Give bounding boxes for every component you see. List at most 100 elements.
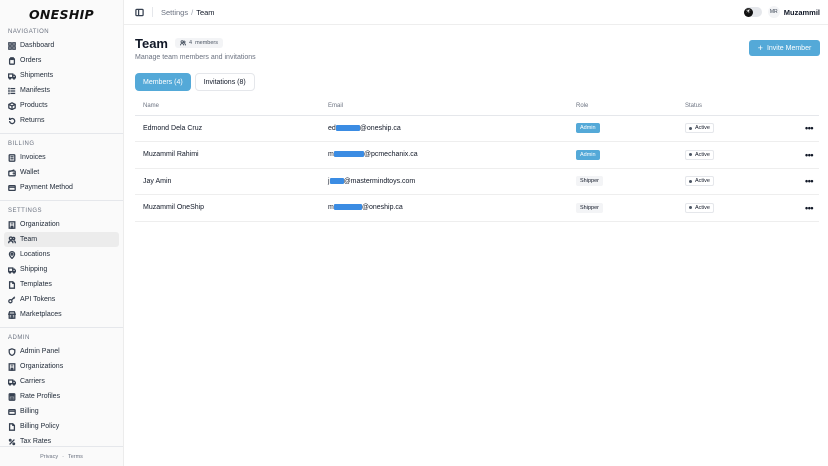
status-text: Active <box>695 204 710 211</box>
invite-member-button[interactable]: + Invite Member <box>749 40 820 56</box>
sidebar-item-label: Manifests <box>20 87 50 94</box>
email-prefix: m <box>328 204 334 212</box>
sidebar-item-settings-organization[interactable]: Organization <box>0 217 119 232</box>
breadcrumb-separator: / <box>191 7 194 17</box>
sidebar-item-admin-billing[interactable]: Billing <box>0 404 119 419</box>
privacy-link[interactable]: Privacy <box>40 454 58 460</box>
sidebar-divider <box>0 200 123 201</box>
sidebar-item-admin-admin-panel[interactable]: Admin Panel <box>0 344 119 359</box>
member-count-label: members <box>195 40 218 46</box>
sidebar-item-billing-invoices[interactable]: Invoices <box>0 150 119 165</box>
return-icon <box>8 117 16 125</box>
invite-member-label: Invite Member <box>766 44 812 52</box>
column-header-actions <box>784 97 819 116</box>
sidebar-item-label: Payment Method <box>20 184 73 191</box>
pin-icon <box>8 250 16 259</box>
sidebar-item-settings-locations[interactable]: Locations <box>0 247 119 262</box>
member-role-cell: Shipper <box>568 168 677 195</box>
percent-icon <box>8 438 16 446</box>
sidebar-item-navigation-returns[interactable]: Returns <box>0 113 119 128</box>
column-header-email: Email <box>320 97 568 116</box>
breadcrumb-settings[interactable]: Settings <box>161 8 188 17</box>
truck-icon <box>8 266 16 274</box>
sidebar-item-navigation-shipments[interactable]: Shipments <box>0 68 119 83</box>
tab-invitations[interactable]: Invitations (8) <box>194 73 255 91</box>
email-redaction <box>333 151 364 158</box>
member-role-cell: Shipper <box>568 194 677 222</box>
email-prefix: ed <box>328 124 336 132</box>
member-count: 4 <box>189 40 193 46</box>
column-header-status: Status <box>677 97 784 116</box>
tab-members[interactable]: Members (4) <box>135 73 191 91</box>
sidebar-item-label: Orders <box>20 57 42 64</box>
row-actions-cell: ••• <box>784 168 819 195</box>
table-header-row: Name Email Role Status <box>135 97 819 116</box>
table-row[interactable]: Muzammil OneShip m @oneship.ca Shipper Activ… <box>135 194 819 222</box>
email-suffix: @pcmechanix.ca <box>363 151 418 159</box>
topbar: Settings / Team ☀ MR Muzammil <box>124 0 828 25</box>
sidebar-item-label: Products <box>20 102 48 109</box>
clipboard-icon <box>8 56 16 65</box>
sidebar-item-billing-wallet[interactable]: Wallet <box>0 165 119 180</box>
role-badge: Shipper <box>576 202 603 213</box>
sidebar-item-label: Organizations <box>20 363 64 370</box>
more-options-icon[interactable]: ••• <box>805 176 813 186</box>
members-table: Name Email Role Status Edmond Dela Cruz e… <box>135 97 819 222</box>
sidebar-item-label: Admin Panel <box>20 348 60 355</box>
table-row[interactable]: Jay Amin j @mastermindtoys.com Shipper Activ… <box>135 168 819 195</box>
list-icon <box>8 87 16 95</box>
sidebar-item-navigation-manifests[interactable]: Manifests <box>0 83 119 98</box>
sidebar-divider <box>0 133 123 134</box>
sidebar-item-admin-organizations[interactable]: Organizations <box>0 359 119 374</box>
sidebar-item-billing-payment-method[interactable]: Payment Method <box>0 180 119 195</box>
sidebar-item-navigation-products[interactable]: Products <box>0 98 119 113</box>
sidebar-item-label: API Tokens <box>20 296 56 303</box>
username[interactable]: Muzammil <box>784 8 820 17</box>
users-icon <box>8 235 16 244</box>
theme-toggle[interactable]: ☀ <box>743 7 762 17</box>
page-subtitle: Manage team members and invitations <box>135 54 256 61</box>
truck-icon <box>8 72 16 80</box>
sidebar-item-admin-rate-profiles[interactable]: Rate Profiles <box>0 389 119 404</box>
more-options-icon[interactable]: ••• <box>805 150 813 160</box>
more-options-icon[interactable]: ••• <box>805 203 813 213</box>
sidebar-item-settings-api-tokens[interactable]: API Tokens <box>0 292 119 307</box>
sidebar-item-admin-carriers[interactable]: Carriers <box>0 374 119 389</box>
page-content: Team 4 members Manage team members and i… <box>124 25 828 222</box>
more-options-icon[interactable]: ••• <box>805 123 813 133</box>
column-header-role: Role <box>568 97 677 116</box>
sidebar-item-label: Billing Policy <box>20 423 60 430</box>
email-prefix: m <box>328 151 334 159</box>
table-row[interactable]: Edmond Dela Cruz ed @oneship.ca Admin Active… <box>135 115 819 142</box>
member-email: m @oneship.ca <box>320 194 568 222</box>
sidebar-item-settings-marketplaces[interactable]: Marketplaces <box>0 307 119 322</box>
sidebar-item-label: Wallet <box>20 169 40 176</box>
sidebar-item-settings-templates[interactable]: Templates <box>0 277 119 292</box>
sidebar-item-navigation-dashboard[interactable]: Dashboard <box>0 38 119 53</box>
email-suffix: @oneship.ca <box>359 124 401 132</box>
user-area: ☀ MR Muzammil <box>743 6 820 18</box>
role-badge: Admin <box>576 123 600 134</box>
status-dot-icon <box>689 179 692 183</box>
avatar[interactable]: MR <box>767 6 780 18</box>
section-label-admin: Admin <box>8 335 30 341</box>
member-name: Edmond Dela Cruz <box>135 115 320 142</box>
sidebar-item-admin-billing-policy[interactable]: Billing Policy <box>0 419 119 434</box>
sidebar-item-settings-team[interactable]: Team <box>4 232 119 247</box>
oneship-logo[interactable]: ONESHIP <box>0 0 123 26</box>
sidebar-item-settings-shipping[interactable]: Shipping <box>0 262 119 277</box>
section-label-billing: Billing <box>8 141 35 147</box>
terms-link[interactable]: Terms <box>68 454 83 460</box>
table-row[interactable]: Muzammil Rahimi m @pcmechanix.ca Admin Activ… <box>135 141 819 169</box>
status-text: Active <box>695 178 710 185</box>
sidebar-item-navigation-orders[interactable]: Orders <box>0 53 119 68</box>
member-status-cell: Active <box>677 141 784 169</box>
users-icon <box>180 40 186 46</box>
building-icon <box>8 220 16 229</box>
status-badge: Active <box>685 123 714 134</box>
email-redaction <box>329 177 344 184</box>
breadcrumb-current: Team <box>196 7 215 17</box>
sidebar-item-label: Shipping <box>20 266 48 273</box>
row-actions-cell: ••• <box>784 194 819 222</box>
sidebar-toggle-icon[interactable] <box>134 7 144 17</box>
